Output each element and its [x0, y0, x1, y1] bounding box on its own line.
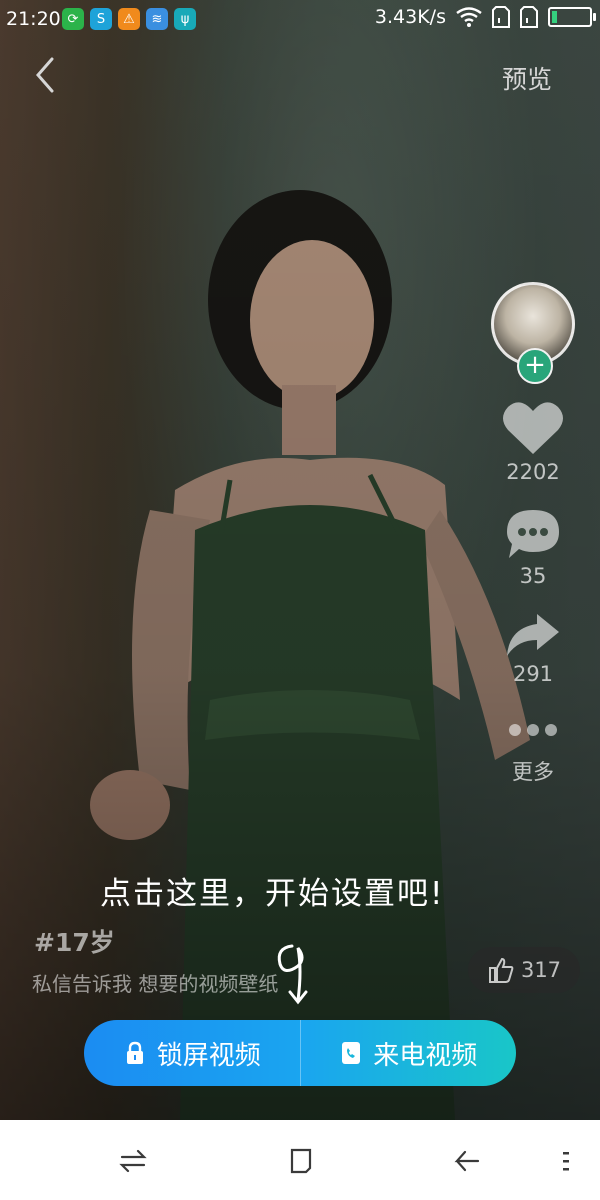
video-wallpaper-screen: 21:20 ⟳ S ⚠ ≋ ψ 3.43K/s 预览 + 2202 35 291…	[0, 0, 600, 1200]
back-button[interactable]	[30, 55, 70, 95]
status-right-group: 3.43K/s	[374, 6, 596, 28]
thumbs-up-icon	[488, 957, 514, 983]
phone-icon	[342, 1042, 361, 1064]
lockscreen-video-button[interactable]: 锁屏视频	[84, 1020, 301, 1086]
sim2-icon	[520, 6, 538, 28]
comment-count: 35	[519, 564, 547, 588]
wifi-icon	[456, 7, 482, 27]
swirl-icon: S	[90, 8, 112, 30]
comment-icon[interactable]	[503, 506, 563, 562]
sim1-icon	[492, 6, 510, 28]
wifi-file-icon: ≋	[146, 8, 168, 30]
dot	[509, 724, 521, 736]
heart-icon[interactable]	[500, 398, 566, 458]
share-count: 291	[512, 662, 554, 686]
more-label: 更多	[512, 760, 554, 784]
video-description: 私信告诉我 想要的视频壁纸	[32, 972, 279, 996]
status-notification-icons: ⟳ S ⚠ ≋ ψ	[62, 8, 196, 30]
share-action[interactable]: 291	[503, 610, 563, 686]
status-time: 21:20	[6, 8, 61, 30]
status-bar: 21:20 ⟳ S ⚠ ≋ ψ 3.43K/s	[0, 0, 600, 40]
network-speed: 3.43K/s	[374, 6, 446, 28]
battery-level-fill	[552, 11, 557, 23]
battery-icon	[548, 7, 596, 27]
usb-icon: ψ	[174, 8, 196, 30]
battery-cap	[593, 13, 596, 21]
dot	[527, 724, 539, 736]
system-navigation-bar	[0, 1120, 600, 1200]
preview-button[interactable]: 预览	[502, 60, 552, 96]
nav-back-icon[interactable]	[452, 1146, 482, 1176]
action-column: + 2202 35 291 更多	[488, 282, 578, 786]
like-pill-button[interactable]: 317	[468, 947, 580, 993]
more-action[interactable]: 更多	[503, 716, 563, 786]
back-icon	[36, 57, 54, 93]
video-hashtag[interactable]: #17岁	[34, 923, 115, 959]
more-dots-icon[interactable]	[503, 716, 563, 744]
callscreen-video-button[interactable]: 来电视频	[301, 1020, 517, 1086]
callscreen-video-label: 来电视频	[373, 1040, 478, 1071]
setup-hint-text: 点击这里，开始设置吧!	[100, 876, 445, 912]
menu-icon[interactable]	[556, 1146, 576, 1176]
switch-apps-icon[interactable]	[118, 1146, 148, 1176]
share-icon[interactable]	[503, 610, 563, 660]
lockscreen-video-label: 锁屏视频	[156, 1040, 261, 1071]
comment-action[interactable]: 35	[503, 506, 563, 588]
follow-button[interactable]: +	[517, 348, 553, 384]
dot	[545, 724, 557, 736]
like-count: 2202	[506, 460, 560, 484]
like-pill-count: 317	[520, 958, 562, 982]
warning-icon: ⚠	[118, 8, 140, 30]
home-square-icon[interactable]	[286, 1146, 316, 1176]
like-action[interactable]: 2202	[500, 398, 566, 484]
author-avatar-wrap[interactable]: +	[491, 282, 575, 384]
cycle-icon: ⟳	[62, 8, 84, 30]
lock-icon	[126, 1041, 143, 1064]
wallpaper-type-selector: 锁屏视频 来电视频	[84, 1020, 516, 1086]
